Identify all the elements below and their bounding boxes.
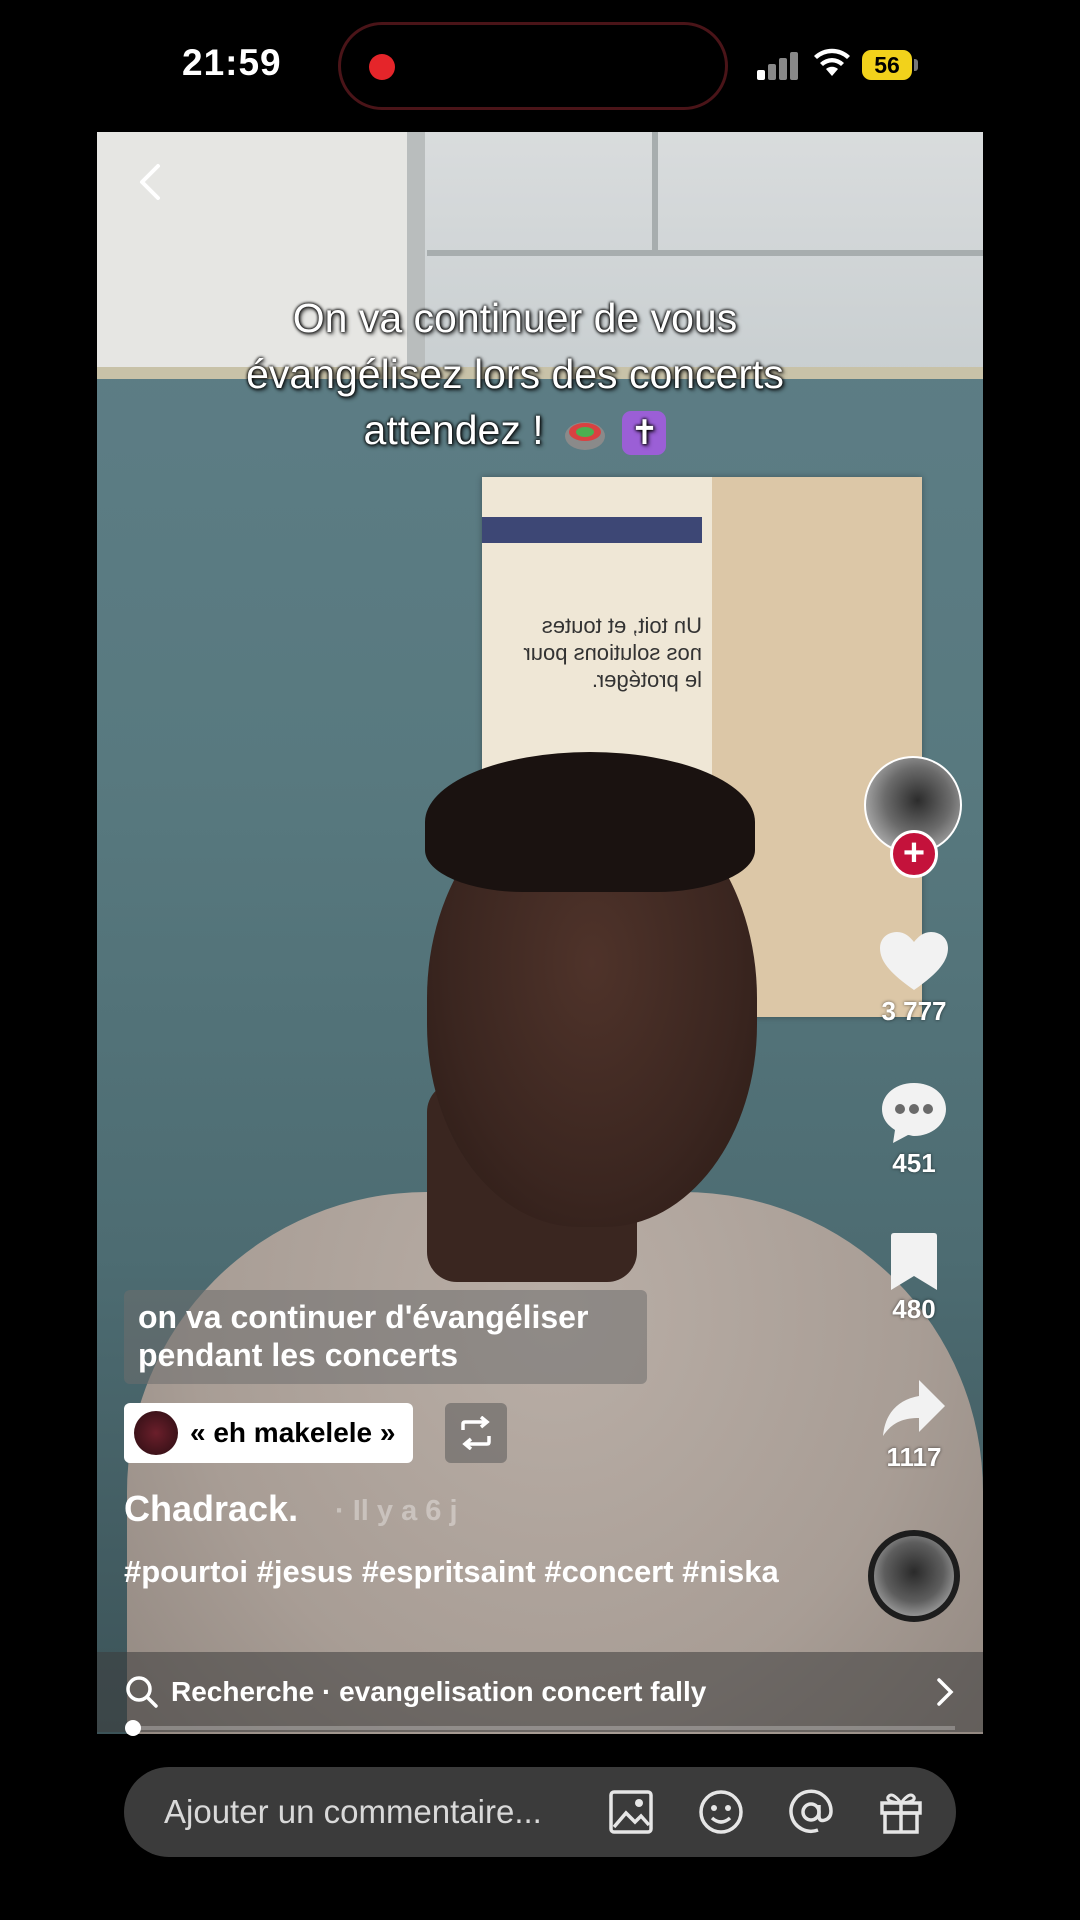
cellular-signal-icon [757,48,803,80]
person-hair [425,752,755,892]
video-overlay-text: On va continuer de vous évangélisez lors… [200,290,830,458]
poster-text: Un toit, et toutes nos solutions pour le… [523,613,702,692]
share-count: 1117 [886,1442,942,1472]
search-icon [126,1676,158,1708]
mention-icon[interactable] [788,1789,834,1835]
overlay-text: On va continuer de vous évangélisez lors… [246,295,784,453]
back-icon[interactable] [130,160,174,204]
comment-count: 451 [892,1148,936,1178]
music-disc[interactable] [868,1530,960,1622]
save-action[interactable]: 480 [864,1232,964,1325]
chevron-right-icon [937,1678,954,1706]
progress-handle[interactable] [125,1720,141,1736]
gift-icon[interactable] [878,1789,924,1835]
poster-band [482,517,702,543]
stadium-emoji-icon [565,422,606,451]
sound-avatar [134,1411,178,1455]
scene-ceiling-line-2 [652,132,658,250]
save-count: 480 [892,1294,936,1324]
video-subtitle: on va continuer d'évangéliser pendant le… [124,1290,647,1384]
comment-icon[interactable] [879,1080,949,1146]
follow-button[interactable]: + [890,830,938,878]
post-time: · Il y a 6 j [335,1495,458,1527]
search-text: Recherche · evangelisation concert fally [171,1676,707,1707]
repost-icon [461,1416,491,1450]
dynamic-island [338,22,728,110]
caption-hashtags[interactable]: #pourtoi #jesus #espritsaint #concert #n… [124,1553,784,1591]
comment-bar[interactable]: Ajouter un commentaire... [124,1767,956,1857]
status-bar: 21:59 56 [0,0,1080,130]
like-action[interactable]: 3 777 [864,930,964,1027]
battery-indicator: 56 [862,50,912,80]
recording-indicator-icon [369,54,395,80]
heart-icon[interactable] [878,930,950,994]
comment-input[interactable]: Ajouter un commentaire... [164,1793,542,1831]
sound-label: « eh makelele » [190,1417,396,1448]
like-count: 3 777 [881,996,947,1026]
emoji-icon[interactable] [698,1789,744,1835]
status-time: 21:59 [182,42,282,83]
bookmark-icon[interactable] [887,1232,941,1292]
share-icon[interactable] [881,1378,947,1440]
sound-chip[interactable]: « eh makelele » [124,1403,414,1463]
wifi-icon [814,48,850,76]
image-icon[interactable] [608,1789,654,1835]
scene-ceiling-line [427,250,983,256]
related-search-bar[interactable]: Recherche · evangelisation concert fally [97,1652,983,1732]
repost-button[interactable] [445,1403,507,1463]
cross-emoji-icon: ✝ [622,411,667,456]
share-action[interactable]: 1117 [864,1378,964,1473]
video-progress-bar[interactable] [127,1726,955,1730]
author-username[interactable]: Chadrack. [124,1488,298,1530]
battery-tip [914,59,918,71]
comment-action[interactable]: 451 [864,1080,964,1179]
